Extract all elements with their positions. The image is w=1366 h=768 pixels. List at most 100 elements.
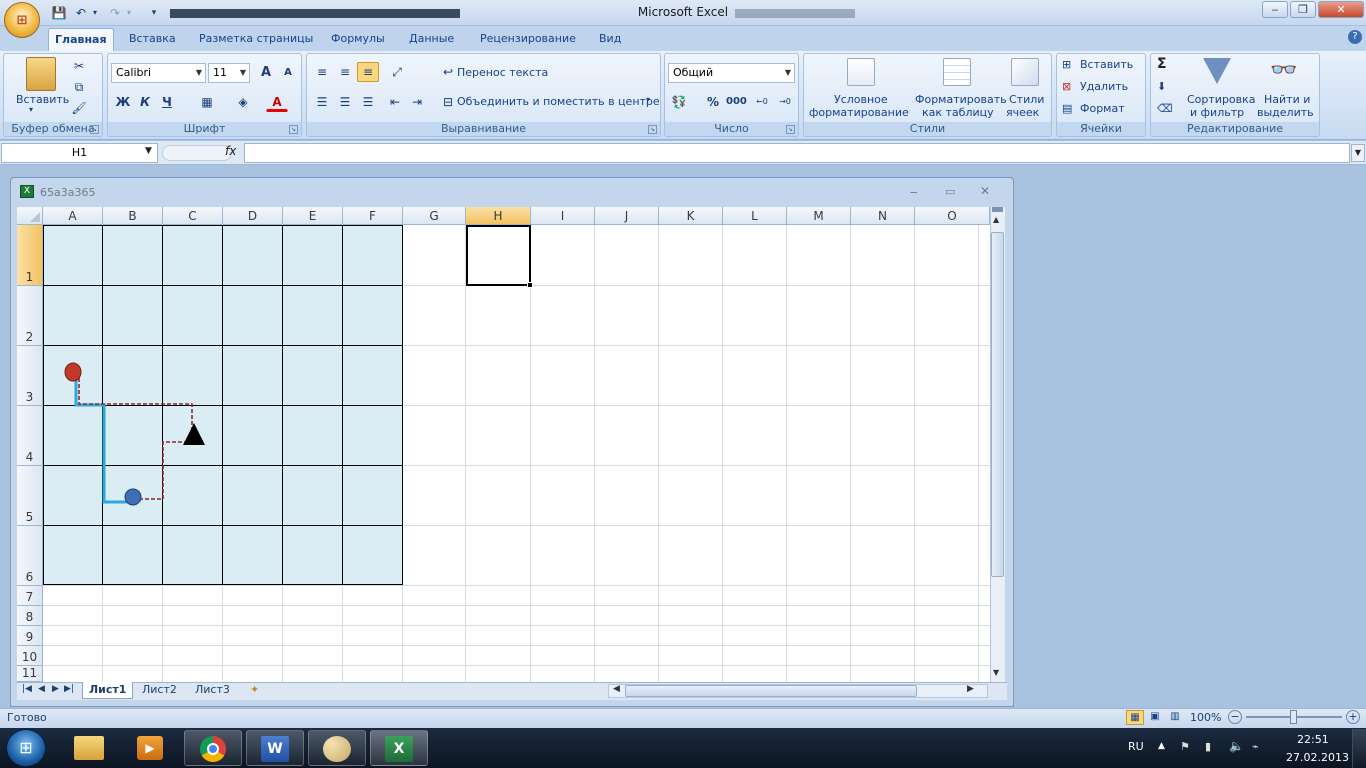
wb-minimize-button[interactable]: ‒ bbox=[910, 185, 918, 199]
format-as-table-icon[interactable] bbox=[943, 58, 971, 86]
row-header-9[interactable]: 9 bbox=[17, 626, 43, 646]
sort-filter-label-1[interactable]: Сортировка bbox=[1187, 93, 1256, 106]
alignment-launcher-icon[interactable]: ↘ bbox=[648, 125, 657, 134]
start-button[interactable]: ⊞ bbox=[6, 729, 46, 767]
increase-decimal-icon[interactable]: ←0 bbox=[751, 92, 773, 112]
taskbar-word[interactable]: W bbox=[246, 730, 304, 766]
page-layout-view-icon[interactable]: ▣ bbox=[1146, 710, 1164, 725]
align-right-icon[interactable]: ☰ bbox=[357, 92, 379, 112]
normal-view-icon[interactable]: ▦ bbox=[1126, 710, 1144, 725]
col-header-e[interactable]: E bbox=[283, 207, 343, 225]
redo-dropdown-icon[interactable]: ▾ bbox=[120, 4, 138, 22]
italic-button[interactable]: К bbox=[134, 92, 156, 112]
tab-formulas[interactable]: Формулы bbox=[325, 28, 391, 51]
col-header-g[interactable]: G bbox=[403, 207, 466, 225]
action-center-icon[interactable]: ⚑ bbox=[1180, 740, 1190, 753]
tab-view[interactable]: Вид bbox=[593, 28, 627, 51]
row-header-10[interactable]: 10 bbox=[17, 646, 43, 666]
clear-icon[interactable]: ⌫ bbox=[1157, 102, 1173, 115]
clipboard-launcher-icon[interactable]: ↘ bbox=[90, 125, 99, 134]
wb-close-button[interactable]: ✕ bbox=[980, 184, 990, 198]
font-size-combo[interactable]: 11 ▼ bbox=[208, 63, 250, 83]
language-indicator[interactable]: RU bbox=[1128, 740, 1144, 753]
customize-qat-icon[interactable]: ▾ bbox=[145, 4, 163, 22]
zoom-out-icon[interactable]: − bbox=[1228, 710, 1242, 724]
conditional-formatting-label-2[interactable]: форматирование bbox=[809, 106, 909, 119]
insert-cells-button[interactable]: Вставить bbox=[1080, 58, 1133, 71]
col-header-h[interactable]: H bbox=[466, 207, 531, 225]
expand-formula-bar-icon[interactable]: ▼ bbox=[1351, 144, 1365, 162]
format-as-table-label-2[interactable]: как таблицу bbox=[922, 106, 994, 119]
row-header-7[interactable]: 7 bbox=[17, 586, 43, 606]
clock-time[interactable]: 22:51 bbox=[1297, 733, 1329, 746]
row-header-3[interactable]: 3 bbox=[17, 346, 43, 406]
format-painter-icon[interactable]: 🖌 bbox=[68, 98, 90, 118]
fill-icon[interactable]: ⬇ bbox=[1157, 80, 1166, 93]
conditional-formatting-label-1[interactable]: Условное bbox=[834, 93, 888, 106]
taskbar-explorer[interactable] bbox=[60, 730, 118, 766]
col-header-d[interactable]: D bbox=[223, 207, 283, 225]
sheet-tab-1[interactable]: Лист1 bbox=[82, 682, 134, 699]
col-header-l[interactable]: L bbox=[723, 207, 787, 225]
sort-filter-label-2[interactable]: и фильтр bbox=[1190, 106, 1244, 119]
col-header-b[interactable]: B bbox=[103, 207, 163, 225]
zoom-slider-thumb[interactable] bbox=[1290, 710, 1297, 724]
number-format-combo[interactable]: Общий ▼ bbox=[668, 63, 795, 83]
show-desktop-button[interactable] bbox=[1352, 729, 1366, 768]
zoom-level[interactable]: 100% bbox=[1190, 711, 1221, 724]
bold-button[interactable]: Ж bbox=[112, 92, 134, 112]
grow-font-button[interactable]: A bbox=[255, 63, 277, 83]
cell-styles-label-1[interactable]: Стили bbox=[1009, 93, 1044, 106]
fill-handle[interactable] bbox=[527, 282, 533, 288]
page-break-view-icon[interactable]: ▥ bbox=[1166, 710, 1184, 725]
scroll-right-icon[interactable]: ▶ bbox=[967, 684, 974, 694]
next-sheet-icon[interactable]: ▶ bbox=[52, 684, 59, 694]
increase-indent-icon[interactable]: ⇥ bbox=[406, 92, 428, 112]
conditional-formatting-icon[interactable] bbox=[847, 58, 875, 86]
clock-date[interactable]: 27.02.2013 bbox=[1286, 751, 1349, 764]
row-header-1[interactable]: 1 bbox=[17, 225, 43, 286]
tab-insert[interactable]: Вставка bbox=[123, 28, 182, 51]
row-header-8[interactable]: 8 bbox=[17, 606, 43, 626]
underline-button[interactable]: Ч bbox=[156, 92, 178, 112]
thousands-button[interactable]: 000 bbox=[725, 92, 747, 112]
col-header-m[interactable]: M bbox=[787, 207, 851, 225]
formula-input[interactable] bbox=[244, 143, 1350, 163]
font-launcher-icon[interactable]: ↘ bbox=[289, 125, 298, 134]
align-middle-icon[interactable]: ≡ bbox=[334, 62, 356, 82]
row-header-11[interactable]: 11 bbox=[17, 666, 43, 682]
align-center-icon[interactable]: ☰ bbox=[334, 92, 356, 112]
number-launcher-icon[interactable]: ↘ bbox=[786, 125, 795, 134]
sort-filter-icon[interactable] bbox=[1203, 58, 1231, 84]
find-select-label-2[interactable]: выделить bbox=[1257, 106, 1314, 119]
prev-sheet-icon[interactable]: ◀ bbox=[38, 684, 45, 694]
font-family-combo[interactable]: Calibri ▼ bbox=[111, 63, 206, 83]
align-bottom-icon[interactable]: ≡ bbox=[357, 62, 379, 82]
col-header-a[interactable]: A bbox=[43, 207, 103, 225]
insert-sheet-icon[interactable]: ✦ bbox=[244, 682, 265, 699]
save-icon[interactable]: 💾 bbox=[50, 4, 68, 22]
binoculars-icon[interactable]: 👓 bbox=[1270, 58, 1297, 83]
col-header-i[interactable]: I bbox=[531, 207, 595, 225]
scroll-down-icon[interactable]: ▼ bbox=[993, 668, 999, 677]
row-header-2[interactable]: 2 bbox=[17, 286, 43, 346]
show-hidden-icons-icon[interactable]: ▲ bbox=[1158, 741, 1165, 751]
taskbar-media-player[interactable]: ▶ bbox=[121, 730, 179, 766]
shrink-font-button[interactable]: A bbox=[277, 63, 299, 83]
paste-icon[interactable] bbox=[26, 57, 56, 91]
col-header-o[interactable]: O bbox=[915, 207, 990, 225]
tab-data[interactable]: Данные bbox=[403, 28, 460, 51]
last-sheet-icon[interactable]: ▶| bbox=[64, 684, 74, 694]
tab-review[interactable]: Рецензирование bbox=[474, 28, 582, 51]
decrease-indent-icon[interactable]: ⇤ bbox=[384, 92, 406, 112]
taskbar-paint[interactable] bbox=[308, 730, 366, 766]
delete-cells-button[interactable]: Удалить bbox=[1080, 80, 1128, 93]
tab-home[interactable]: Главная bbox=[48, 28, 114, 51]
vertical-scroll-thumb[interactable] bbox=[991, 232, 1004, 577]
active-cell-h1[interactable] bbox=[466, 225, 531, 286]
row-header-4[interactable]: 4 bbox=[17, 406, 43, 466]
office-button[interactable]: ⊞ bbox=[4, 2, 40, 38]
scroll-left-icon[interactable]: ◀ bbox=[613, 684, 620, 694]
close-button[interactable]: ✕ bbox=[1318, 1, 1364, 18]
copy-icon[interactable]: ⧉ bbox=[68, 77, 90, 97]
